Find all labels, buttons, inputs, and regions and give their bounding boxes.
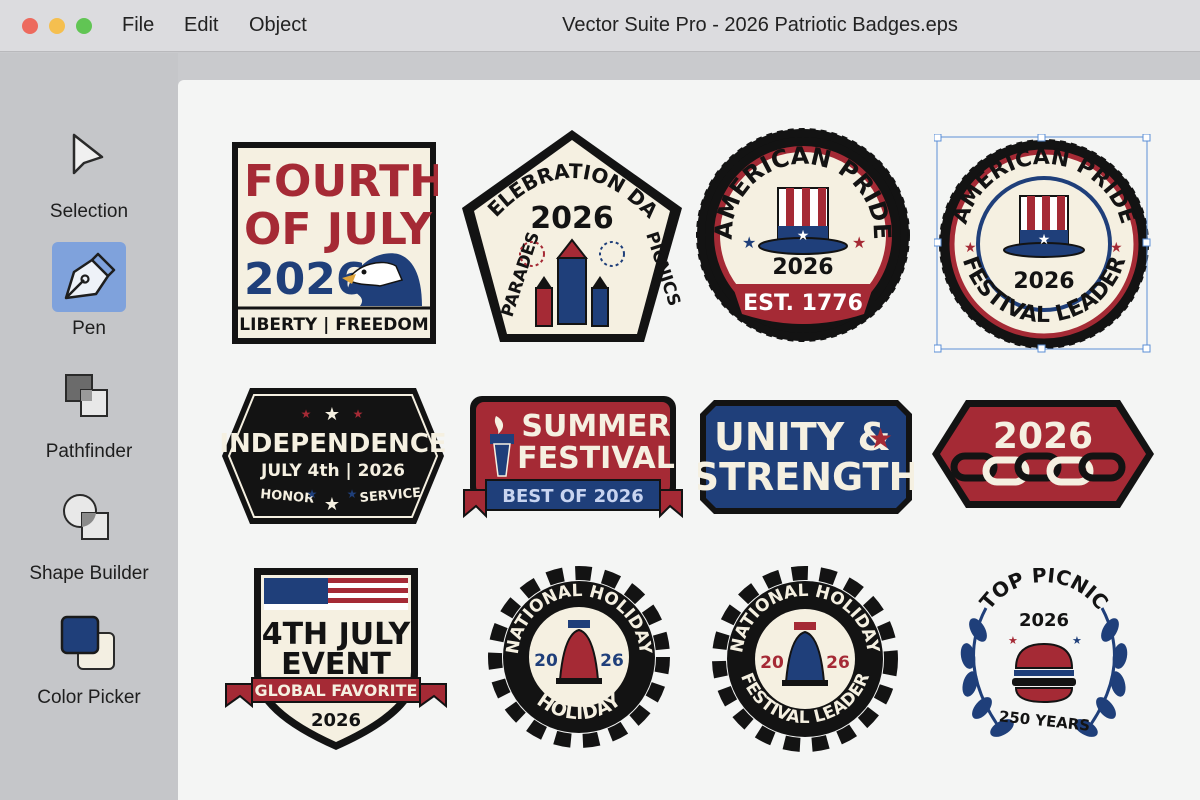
- svg-text:★: ★: [1008, 635, 1018, 647]
- badge-3-banner: EST. 1776: [743, 291, 863, 316]
- badge-3-year: 2026: [772, 255, 833, 280]
- badge-10-left: 20: [534, 651, 558, 671]
- american-flag-icon: [264, 578, 408, 610]
- badge-celebration-day[interactable]: CELEBRATION DAY 2026 PARADES PICNICS: [460, 128, 684, 344]
- tool-panel: Selection Pen Pathfinder Shape Builder C…: [0, 53, 178, 800]
- badge-1-bottom: LIBERTY | FREEDOM: [239, 315, 428, 335]
- svg-text:★: ★: [324, 494, 340, 514]
- maximize-window-button[interactable]: [76, 18, 92, 34]
- svg-text:TOP PICNIC: TOP PICNIC: [975, 568, 1113, 614]
- badge-9-line2: EVENT: [281, 647, 391, 682]
- badge-2026-chain[interactable]: 2026: [930, 398, 1156, 510]
- artboard-canvas[interactable]: FOURTH OF JULY 2026 LIBERTY | FREEDOM CE…: [178, 80, 1200, 800]
- badge-6-ribbon: BEST OF 2026: [502, 486, 644, 507]
- menu-file[interactable]: File: [122, 14, 154, 37]
- badge-5-sub: JULY 4th | 2026: [260, 461, 405, 481]
- badge-12-year: 2026: [1019, 610, 1069, 631]
- svg-text:★: ★: [353, 407, 364, 421]
- hamburger-icon: ★ ★: [1008, 635, 1082, 704]
- badge-10-right: 26: [600, 651, 624, 671]
- badge-12-arc: TOP PICNIC: [975, 568, 1113, 614]
- badge-4th-july-event[interactable]: 4TH JULY EVENT GLOBAL FAVORITE 2026: [224, 564, 448, 754]
- badge-7-line2: STRENGTH: [698, 455, 914, 499]
- tool-label-color-picker: Color Picker: [37, 687, 141, 708]
- tool-selection[interactable]: Selection: [0, 125, 178, 223]
- badge-4-year: 2026: [1013, 269, 1074, 294]
- badge-national-holiday[interactable]: NATIONAL HOLIDAY HOLIDAY 20 26: [484, 564, 674, 750]
- badge-9-year: 2026: [311, 710, 361, 731]
- menu-object[interactable]: Object: [249, 14, 307, 37]
- svg-text:★: ★: [964, 239, 977, 255]
- badge-6-line2: FESTIVAL: [517, 441, 675, 476]
- badge-6-line1: SUMMER: [521, 409, 670, 444]
- svg-text:★: ★: [324, 404, 340, 424]
- badge-1-line2: OF JULY: [244, 204, 433, 255]
- tool-shape-builder[interactable]: Shape Builder: [0, 487, 178, 585]
- badge-11-left: 20: [760, 653, 784, 673]
- tool-label-selection: Selection: [49, 201, 129, 222]
- pathfinder-icon: [52, 365, 126, 435]
- badge-american-pride-festival-leader[interactable]: AMERICAN PRIDE FESTIVAL LEADER ★ 2026 ★ …: [934, 134, 1154, 356]
- badge-top-picnic[interactable]: TOP PICNIC 2026 ★ ★ 250 YEARS: [944, 568, 1144, 752]
- svg-text:★: ★: [301, 407, 312, 421]
- svg-text:★: ★: [852, 235, 866, 252]
- svg-text:★: ★: [307, 487, 318, 501]
- shape-builder-icon: [52, 487, 126, 557]
- window-title: Vector Suite Pro - 2026 Patriotic Badges…: [562, 14, 958, 36]
- badge-independence[interactable]: ★ ★ ★ INDEPENDENCE JULY 4th | 2026 HONOR…: [220, 386, 446, 526]
- badge-national-holiday-festival-leader[interactable]: NATIONAL HOLIDAY FESTIVAL LEADER 20 26: [708, 564, 902, 754]
- svg-text:★: ★: [1038, 231, 1051, 247]
- badge-unity-strength[interactable]: UNITY & ★ STRENGTH: [698, 398, 914, 516]
- arrow-cursor-icon: [52, 125, 126, 195]
- badge-2-year: 2026: [530, 201, 614, 236]
- tool-label-pathfinder: Pathfinder: [45, 441, 133, 462]
- badge-7-line1: UNITY &: [714, 415, 891, 459]
- badge-8-year: 2026: [993, 416, 1093, 457]
- tool-label-pen: Pen: [72, 318, 106, 339]
- svg-text:★: ★: [868, 423, 893, 454]
- badge-12-bottom: 250 YEARS: [998, 707, 1091, 734]
- tool-pathfinder[interactable]: Pathfinder: [0, 365, 178, 463]
- badge-5-title: INDEPENDENCE: [220, 429, 446, 459]
- badge-fourth-of-july[interactable]: FOURTH OF JULY 2026 LIBERTY | FREEDOM: [230, 140, 438, 346]
- svg-text:★: ★: [347, 487, 358, 501]
- title-bar: File Edit Object Vector Suite Pro - 2026…: [0, 0, 1200, 52]
- badge-summer-festival[interactable]: SUMMER FESTIVAL BEST OF 2026: [462, 394, 684, 524]
- color-swatch-icon: [52, 611, 126, 681]
- menu-edit[interactable]: Edit: [184, 14, 218, 37]
- tool-label-shape-builder: Shape Builder: [29, 563, 149, 584]
- close-window-button[interactable]: [22, 18, 38, 34]
- badge-american-pride-est[interactable]: AMERICAN PRIDE ★ 2026 EST. 1776 ★ ★: [696, 128, 910, 342]
- svg-text:★: ★: [742, 235, 756, 252]
- pen-nib-icon: [52, 242, 126, 312]
- svg-text:★: ★: [1072, 635, 1082, 647]
- badge-9-ribbon: GLOBAL FAVORITE: [255, 681, 418, 700]
- badge-11-right: 26: [826, 653, 850, 673]
- tool-pen[interactable]: Pen: [0, 242, 178, 340]
- badge-1-line1: FOURTH: [244, 156, 438, 207]
- svg-text:★: ★: [1110, 239, 1123, 255]
- tool-color-picker[interactable]: Color Picker: [0, 611, 178, 709]
- svg-text:★: ★: [797, 227, 810, 243]
- minimize-window-button[interactable]: [49, 18, 65, 34]
